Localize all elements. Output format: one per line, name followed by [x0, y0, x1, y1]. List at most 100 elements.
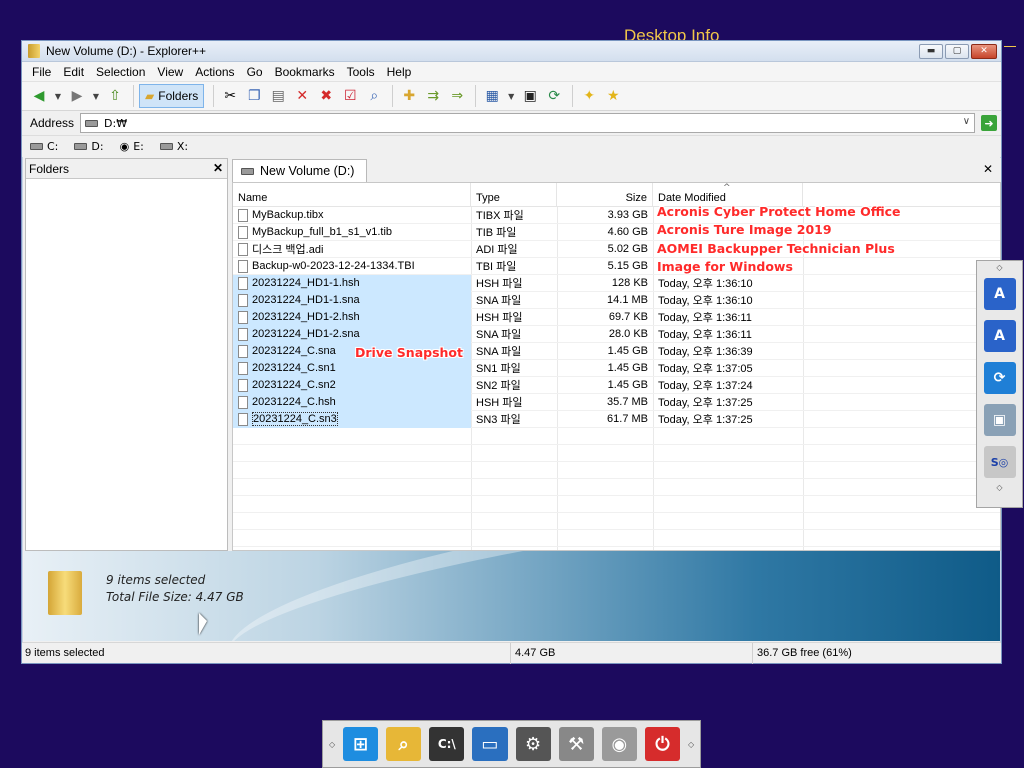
column-type[interactable]: Type [471, 183, 557, 207]
forward-icon[interactable]: ▶ [66, 85, 88, 107]
file-type: HSH 파일 [476, 397, 523, 409]
file-name: 20231224_HD1-2.hsh [252, 311, 360, 323]
command-prompt-icon[interactable]: C:\ [429, 727, 465, 761]
menu-actions[interactable]: Actions [189, 65, 240, 79]
table-row[interactable]: 20231224_C.sna SNA 파일 1.45 GB Today, 오후 1:3… [233, 342, 1000, 360]
table-row[interactable]: Backup-w0-2023-12-24-1334.TBI TBI 파일 5.15 … [233, 258, 1000, 275]
file-name: 20231224_C.sn1 [252, 362, 336, 374]
maximize-button[interactable]: ▢ [945, 43, 969, 59]
file-icon [238, 208, 248, 222]
properties-icon[interactable]: ☑ [339, 85, 361, 107]
file-name: 20231224_C.sna [252, 345, 336, 357]
address-input[interactable]: D:₩ ∨ [80, 113, 976, 133]
command-prompt-icon[interactable]: ▣ [519, 85, 541, 107]
disk-icon[interactable]: ◉ [601, 727, 637, 761]
file-type: TIBX 파일 [476, 210, 524, 222]
drive-snapshot-icon[interactable]: S◎ [983, 446, 1016, 478]
delete-icon[interactable]: ✕ [291, 85, 313, 107]
cd-drive-icon: ◉ [119, 140, 130, 153]
close-tab-icon[interactable]: ✕ [983, 162, 993, 176]
table-row[interactable]: 20231224_HD1-1.hsh HSH 파일 128 KB Today, 오후 … [233, 274, 1000, 292]
file-type: TBI 파일 [476, 261, 517, 273]
file-name: 20231224_HD1-1.sna [252, 294, 360, 306]
table-row[interactable]: 20231224_HD1-2.hsh HSH 파일 69.7 KB Today, 오후… [233, 308, 1000, 326]
table-row[interactable]: 20231224_C.sn2 SN2 파일 1.45 GB Today, 오후 1:3… [233, 376, 1000, 394]
file-name-cell: 디스크 백업.adi [233, 241, 471, 258]
menu-view[interactable]: View [151, 65, 189, 79]
close-icon[interactable]: ✕ [213, 161, 223, 175]
drive-c-button[interactable]: C: [30, 140, 58, 153]
minimize-button[interactable]: ▬ [919, 43, 943, 59]
add-bookmark-icon[interactable]: ✦ [578, 85, 600, 107]
column-size[interactable]: Size [557, 183, 653, 207]
dock-scroll-up-icon[interactable]: ◇ [996, 263, 1002, 273]
file-name-cell: 20231224_HD1-2.hsh [233, 308, 471, 326]
settings-gear-icon[interactable]: ⚙ [515, 727, 551, 761]
file-date: Today, 오후 1:36:11 [658, 329, 752, 341]
paste-icon[interactable]: ▤ [267, 85, 289, 107]
file-search-icon[interactable]: ⌕ [386, 727, 422, 761]
taskbar-right-arrow-icon[interactable]: ◇ [688, 740, 694, 749]
bookmarks-icon[interactable]: ★ [602, 85, 624, 107]
computer-icon[interactable]: ▭ [472, 727, 508, 761]
cut-icon[interactable]: ✂ [219, 85, 241, 107]
views-icon[interactable]: ▦ [481, 85, 503, 107]
empty-row [233, 445, 1000, 462]
table-row[interactable]: 20231224_C.sn3 SN3 파일 61.7 MB Today, 오후 1:3… [233, 410, 1000, 428]
table-row[interactable]: MyBackup_full_b1_s1_v1.tib TIB 파일 4.60 GB [233, 224, 1000, 241]
copy-icon[interactable]: ❐ [243, 85, 265, 107]
file-name-cell: 20231224_HD1-1.hsh [233, 274, 471, 292]
acronis-true-image-icon[interactable]: A [983, 320, 1016, 352]
taskbar-left-arrow-icon[interactable]: ◇ [329, 740, 335, 749]
info-total-size: Total File Size: 4.47 GB [106, 590, 244, 604]
power-icon[interactable]: ⏻ [644, 727, 680, 761]
copy-to-icon[interactable]: ⇉ [422, 85, 444, 107]
start-icon[interactable]: ⊞ [343, 727, 379, 761]
title-bar[interactable]: New Volume (D:) - Explorer++ ▬ ▢ ✕ [22, 41, 1001, 62]
delete-permanently-icon[interactable]: ✖ [315, 85, 337, 107]
aomei-backupper-icon[interactable]: ⟳ [983, 362, 1016, 394]
folders-button[interactable]: ▰ Folders [139, 84, 205, 108]
column-name[interactable]: Name [233, 183, 471, 207]
tools-hammer-icon[interactable]: ⚒ [558, 727, 594, 761]
folders-button-label: Folders [158, 89, 199, 103]
menu-tools[interactable]: Tools [341, 65, 381, 79]
back-icon[interactable]: ◀ [28, 85, 50, 107]
up-folder-icon[interactable]: ⇧ [104, 85, 126, 107]
menu-selection[interactable]: Selection [90, 65, 151, 79]
tab-new-volume[interactable]: New Volume (D:) [232, 159, 367, 182]
chevron-down-icon[interactable]: ∨ [963, 116, 970, 127]
menu-file[interactable]: File [26, 65, 57, 79]
search-icon[interactable]: ⌕ [363, 85, 385, 107]
file-name-cell: 20231224_C.sn3 [233, 410, 471, 428]
drive-d-button[interactable]: D: [74, 140, 104, 153]
back-dropdown-icon[interactable]: ▼ [52, 85, 64, 107]
table-row[interactable]: 20231224_C.hsh HSH 파일 35.7 MB Today, 오후 1:3… [233, 393, 1000, 411]
forward-dropdown-icon[interactable]: ▼ [90, 85, 102, 107]
drive-e-button[interactable]: ◉ E: [120, 140, 144, 153]
table-row[interactable]: 20231224_HD1-2.sna SNA 파일 28.0 KB Today, 오후… [233, 325, 1000, 343]
menu-help[interactable]: Help [381, 65, 418, 79]
close-button[interactable]: ✕ [971, 43, 997, 59]
toolbar-separator [392, 85, 394, 107]
drive-x-button[interactable]: X: [159, 140, 188, 153]
menu-bookmarks[interactable]: Bookmarks [269, 65, 341, 79]
table-row[interactable]: 20231224_HD1-1.sna SNA 파일 14.1 MB Today, 오후… [233, 291, 1000, 309]
menu-go[interactable]: Go [241, 65, 269, 79]
views-dropdown-icon[interactable]: ▼ [505, 85, 517, 107]
info-panel-decoration [217, 551, 1000, 641]
move-to-icon[interactable]: ⇒ [446, 85, 468, 107]
folders-pane[interactable]: Folders ✕ [25, 158, 228, 551]
file-list[interactable]: Name Type Size Date Modified ^ MyBackup.… [232, 182, 1001, 551]
file-name-cell: Backup-w0-2023-12-24-1334.TBI [233, 258, 471, 275]
go-icon[interactable]: ➜ [981, 115, 998, 131]
acronis-cyber-protect-icon[interactable]: A [983, 278, 1016, 310]
image-for-windows-icon[interactable]: ▣ [983, 404, 1016, 436]
menu-edit[interactable]: Edit [57, 65, 90, 79]
file-type: SN1 파일 [476, 363, 521, 375]
file-name: 20231224_C.sn3 [252, 412, 338, 426]
table-row[interactable]: 20231224_C.sn1 SN1 파일 1.45 GB Today, 오후 1:3… [233, 359, 1000, 377]
refresh-icon[interactable]: ⟳ [543, 85, 565, 107]
dock-scroll-down-icon[interactable]: ◇ [996, 483, 1002, 493]
new-folder-icon[interactable]: ✚ [398, 85, 420, 107]
